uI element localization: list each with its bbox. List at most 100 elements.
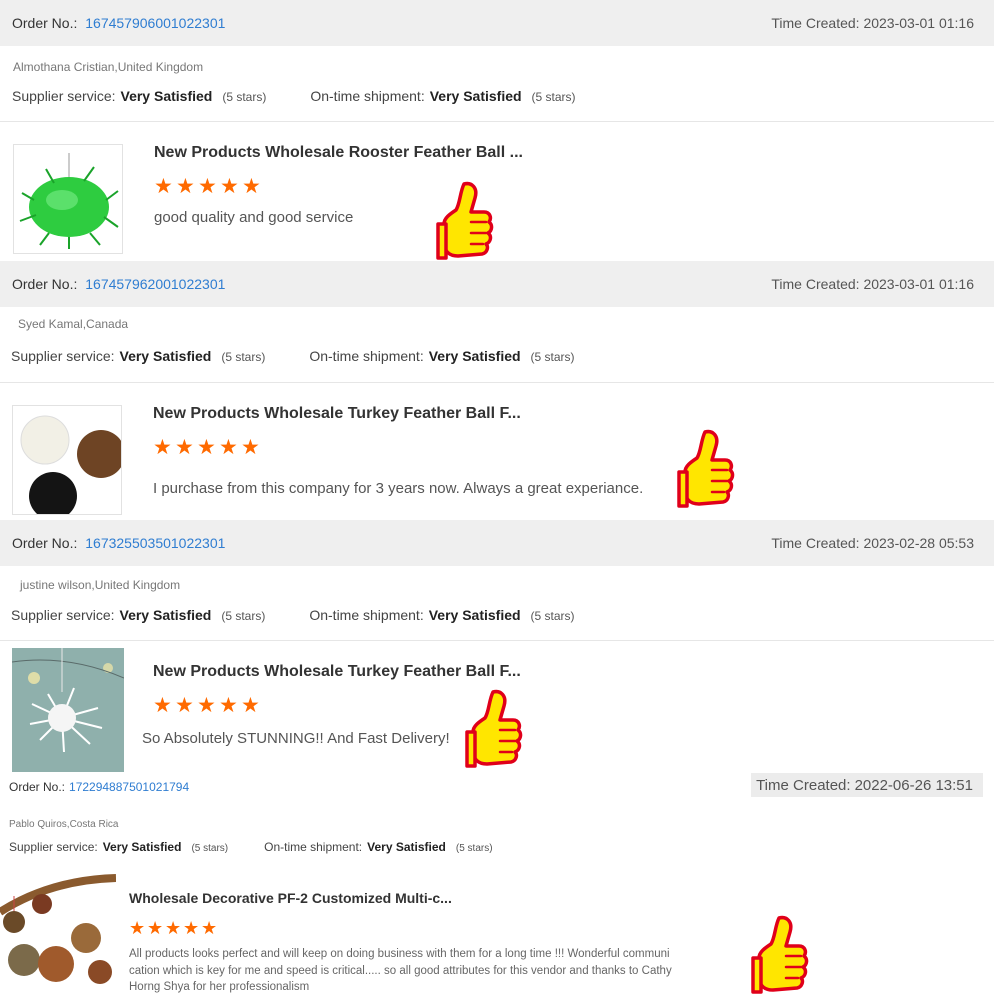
- thumbs-up-icon: [434, 180, 496, 266]
- star-icon: ★: [220, 175, 239, 198]
- shipment-stars: (5 stars): [455, 843, 493, 854]
- shipment-value: Very Satisfied: [367, 840, 446, 854]
- time-created-value: 2023-03-01 01:16: [863, 15, 974, 31]
- product-title[interactable]: Wholesale Decorative PF-2 Customized Mul…: [129, 890, 452, 906]
- star-icon: ★: [129, 918, 146, 938]
- time-created-value: 2022-06-26 13:51: [854, 776, 973, 794]
- supplier-service-label: Supplier service:: [9, 840, 98, 854]
- time-created-label: Time Created:: [771, 15, 860, 31]
- supplier-service-stars: (5 stars): [222, 90, 267, 104]
- time-created: Time Created: 2023-02-28 05:53: [771, 535, 974, 551]
- star-icon: ★: [197, 694, 216, 717]
- star-icon: ★: [198, 175, 217, 198]
- divider: [0, 382, 994, 383]
- review-comment: good quality and good service: [154, 209, 354, 226]
- order-header: Order No.: 167457962001022301 Time Creat…: [0, 261, 994, 307]
- supplier-service-stars: (5 stars): [221, 609, 266, 623]
- star-icon: ★: [241, 436, 260, 459]
- shipment-label: On-time shipment:: [309, 348, 424, 364]
- supplier-service-stars: (5 stars): [191, 843, 229, 854]
- rating-stars: ★ ★ ★ ★ ★: [153, 436, 261, 459]
- order-number-label: Order No.:: [12, 535, 78, 551]
- time-created-label: Time Created:: [771, 276, 860, 292]
- star-icon: ★: [176, 175, 195, 198]
- review-comment-line: All products looks perfect and will keep…: [129, 948, 670, 960]
- shipment-value: Very Satisfied: [428, 607, 521, 623]
- star-icon: ★: [175, 694, 194, 717]
- review-comment: So Absolutely STUNNING!! And Fast Delive…: [142, 730, 450, 747]
- star-icon: ★: [153, 694, 172, 717]
- shipment-label: On-time shipment:: [310, 88, 425, 104]
- star-icon: ★: [175, 436, 194, 459]
- time-created-value: 2023-02-28 05:53: [863, 535, 974, 551]
- star-icon: ★: [147, 918, 164, 938]
- star-icon: ★: [154, 175, 173, 198]
- star-icon: ★: [165, 918, 182, 938]
- shipment-stars: (5 stars): [530, 609, 575, 623]
- buyer-info: Almothana Cristian,United Kingdom: [13, 60, 204, 74]
- service-ratings: Supplier service: Very Satisfied (5 star…: [9, 840, 493, 854]
- supplier-service-value: Very Satisfied: [120, 88, 213, 104]
- order-number-link[interactable]: 167457906001022301: [85, 15, 225, 31]
- star-icon: ★: [242, 175, 261, 198]
- star-icon: ★: [241, 694, 260, 717]
- service-ratings: Supplier service: Very Satisfied (5 star…: [12, 88, 576, 104]
- star-icon: ★: [201, 918, 218, 938]
- supplier-service-value: Very Satisfied: [119, 348, 212, 364]
- rating-stars: ★ ★ ★ ★ ★: [154, 175, 262, 198]
- product-thumbnail[interactable]: [12, 405, 122, 515]
- buyer-info: justine wilson,United Kingdom: [20, 578, 181, 592]
- thumbs-up-icon: [749, 914, 811, 1000]
- product-title[interactable]: New Products Wholesale Turkey Feather Ba…: [153, 663, 521, 681]
- star-icon: ★: [153, 436, 172, 459]
- review-comment: All products looks perfect and will keep…: [129, 946, 749, 996]
- supplier-service-stars: (5 stars): [221, 350, 266, 364]
- order-number-group: Order No.: 167457906001022301: [12, 15, 225, 31]
- order-header: Order No.: 167457906001022301 Time Creat…: [0, 0, 994, 46]
- order-number-group: Order No.: 167325503501022301: [12, 535, 225, 551]
- star-icon: ★: [219, 694, 238, 717]
- service-ratings: Supplier service: Very Satisfied (5 star…: [11, 607, 575, 623]
- time-created-label: Time Created:: [771, 535, 860, 551]
- thumbs-up-icon: [675, 428, 737, 514]
- shipment-stars: (5 stars): [530, 350, 575, 364]
- order-number-label: Order No.:: [12, 276, 78, 292]
- supplier-service-value: Very Satisfied: [119, 607, 212, 623]
- thumbs-up-icon: [463, 688, 525, 774]
- shipment-label: On-time shipment:: [309, 607, 424, 623]
- product-thumbnail[interactable]: [13, 144, 123, 254]
- star-icon: ★: [197, 436, 216, 459]
- divider: [0, 121, 994, 122]
- order-number-link[interactable]: 167325503501022301: [85, 535, 225, 551]
- product-title[interactable]: New Products Wholesale Turkey Feather Ba…: [153, 405, 521, 423]
- buyer-info: Pablo Quiros,Costa Rica: [9, 819, 119, 830]
- review-comment-line: cation which is key for me and speed is …: [129, 964, 672, 977]
- order-number-link[interactable]: 172294887501021794: [69, 780, 189, 794]
- supplier-service-value: Very Satisfied: [102, 840, 182, 854]
- supplier-service-label: Supplier service:: [11, 348, 115, 364]
- review-comment: I purchase from this company for 3 years…: [153, 480, 644, 497]
- order-number-label: Order No.:: [9, 780, 66, 794]
- order-number-link[interactable]: 167457962001022301: [85, 276, 225, 292]
- shipment-label: On-time shipment:: [264, 840, 363, 854]
- order-number-group: Order No.: 167457962001022301: [12, 276, 225, 292]
- rating-stars: ★ ★ ★ ★ ★: [153, 694, 261, 717]
- time-created: Time Created: 2022-06-26 13:51: [751, 773, 983, 797]
- time-created: Time Created: 2023-03-01 01:16: [771, 15, 974, 31]
- star-icon: ★: [183, 918, 200, 938]
- shipment-stars: (5 stars): [531, 90, 576, 104]
- star-icon: ★: [219, 436, 238, 459]
- shipment-value: Very Satisfied: [428, 348, 521, 364]
- product-thumbnail[interactable]: [0, 872, 116, 992]
- product-title[interactable]: New Products Wholesale Rooster Feather B…: [154, 144, 523, 162]
- time-created: Time Created: 2023-03-01 01:16: [771, 276, 974, 292]
- time-created-value: 2023-03-01 01:16: [863, 276, 974, 292]
- review-comment-line: Horng Shya for her professionalism: [129, 981, 310, 993]
- order-header: Order No.: 167325503501022301 Time Creat…: [0, 520, 994, 566]
- shipment-value: Very Satisfied: [429, 88, 522, 104]
- product-thumbnail[interactable]: [12, 648, 124, 772]
- buyer-info: Syed Kamal,Canada: [18, 317, 129, 331]
- order-number-label: Order No.:: [12, 15, 78, 31]
- supplier-service-label: Supplier service:: [12, 88, 116, 104]
- divider: [0, 640, 994, 641]
